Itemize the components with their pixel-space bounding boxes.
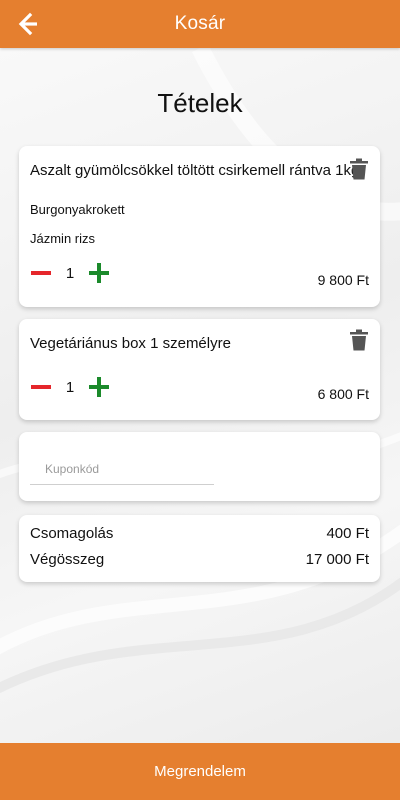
trash-icon[interactable] (349, 329, 369, 351)
item-name: Aszalt gyümölcsökkel töltött csirkemell … (30, 162, 360, 179)
plus-icon[interactable] (88, 262, 110, 284)
item-name: Vegetáriánus box 1 személyre (30, 335, 231, 352)
total-value: 17 000 Ft (305, 551, 369, 568)
packaging-value: 400 Ft (326, 525, 369, 542)
arrow-left-icon[interactable] (14, 10, 42, 38)
packaging-row: Csomagolás 400 Ft (30, 525, 369, 542)
cart-item: Vegetáriánus box 1 személyre 1 6 800 Ft (19, 319, 380, 420)
trash-icon[interactable] (349, 158, 369, 180)
total-label: Végösszeg (30, 551, 105, 568)
side-item: Burgonyakrokett (30, 202, 125, 217)
item-price: 9 800 Ft (317, 272, 369, 288)
order-button-label: Megrendelem (154, 763, 246, 780)
quantity-value: 1 (65, 264, 75, 282)
quantity-value: 1 (65, 378, 75, 396)
coupon-card (19, 432, 380, 501)
quantity-stepper: 1 (30, 261, 110, 285)
side-item: Jázmin rizs (30, 231, 96, 246)
packaging-label: Csomagolás (30, 525, 114, 542)
app-header: Kosár (0, 0, 400, 48)
minus-icon[interactable] (30, 262, 52, 284)
plus-icon[interactable] (88, 376, 110, 398)
items-heading: Tételek (157, 88, 243, 118)
cart-item: Aszalt gyümölcsökkel töltött csirkemell … (19, 146, 380, 307)
coupon-input[interactable] (30, 454, 214, 485)
order-button[interactable]: Megrendelem (0, 743, 400, 800)
minus-icon[interactable] (30, 376, 52, 398)
summary-card: Csomagolás 400 Ft Végösszeg 17 000 Ft (19, 515, 380, 582)
total-row: Végösszeg 17 000 Ft (30, 551, 369, 568)
quantity-stepper: 1 (30, 375, 110, 399)
item-price: 6 800 Ft (317, 386, 369, 402)
page-title: Kosár (174, 13, 226, 34)
